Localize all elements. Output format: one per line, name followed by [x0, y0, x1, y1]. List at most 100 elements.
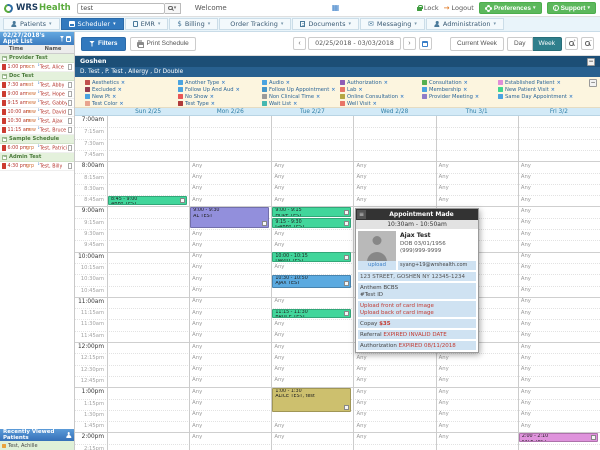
open-slot[interactable]: Any — [192, 400, 202, 406]
remove-icon[interactable]: × — [373, 101, 377, 107]
appointment[interactable]: 2:00 - 2:10KYLE TEST — [519, 433, 598, 442]
appointment[interactable]: 8:45 - 9:00ABBY TEST — [108, 196, 187, 206]
open-slot[interactable]: Any — [521, 253, 531, 259]
open-slot[interactable]: Any — [192, 366, 202, 372]
open-slot[interactable]: Any — [274, 332, 284, 338]
filter-icon[interactable] — [60, 36, 64, 42]
app-logo[interactable]: WRS Health — [4, 3, 71, 13]
open-slot[interactable]: Any — [439, 434, 449, 440]
remove-icon[interactable]: × — [236, 87, 240, 93]
appointment-popup[interactable]: ≡ Appointment Made 10:30am - 10:50am upl… — [355, 208, 479, 353]
open-slot[interactable]: Any — [521, 242, 531, 248]
open-slot[interactable]: Any — [521, 208, 531, 214]
open-slot[interactable]: Any — [274, 434, 284, 440]
open-slot[interactable]: Any — [274, 321, 284, 327]
open-slot[interactable]: Any — [439, 411, 449, 417]
nav-item-emr[interactable]: EMR▾ — [125, 18, 169, 30]
nav-item-administration[interactable]: Administration▾ — [426, 18, 504, 30]
open-slot[interactable]: Any — [274, 163, 284, 169]
current-week-button[interactable]: Current Week — [450, 37, 504, 51]
appointment[interactable]: 9:00 - 9:15HOPE TEST — [272, 207, 351, 217]
preferences-button[interactable]: Preferences▾ — [479, 2, 542, 14]
collapse-legend-button[interactable]: − — [589, 79, 597, 87]
remove-icon[interactable]: × — [358, 87, 362, 93]
nav-item-messaging[interactable]: ✉Messaging▾ — [360, 18, 425, 30]
open-slot[interactable]: Any — [521, 231, 531, 237]
open-slot[interactable]: Any — [521, 411, 531, 417]
day-header-cell[interactable]: Tue 2/27 — [271, 108, 353, 115]
appointment[interactable]: 9:00 - 9:30AL TEST — [190, 207, 269, 228]
open-slot[interactable]: Any — [521, 264, 531, 270]
open-slot[interactable]: Any — [521, 276, 531, 282]
open-slot[interactable]: Any — [521, 400, 531, 406]
remove-icon[interactable]: × — [118, 87, 122, 93]
remove-icon[interactable]: × — [316, 94, 320, 100]
open-slot[interactable]: Any — [274, 242, 284, 248]
open-slot[interactable]: Any — [521, 344, 531, 350]
appt-section-header[interactable]: −Admin Test — [0, 153, 74, 162]
open-slot[interactable]: Any — [439, 423, 449, 429]
open-slot[interactable]: Any — [356, 197, 366, 203]
open-slot[interactable]: Any — [192, 377, 202, 383]
filters-button[interactable]: Filters — [81, 37, 126, 51]
day-header-cell[interactable]: Fri 3/2 — [518, 108, 600, 115]
nav-item-billing[interactable]: $Billing▾ — [169, 18, 218, 30]
open-slot[interactable]: Any — [521, 366, 531, 372]
nav-item-patients[interactable]: Patients▾ — [3, 18, 60, 30]
appt-section-header[interactable]: −Provider Test — [0, 54, 74, 63]
open-slot[interactable]: Any — [521, 332, 531, 338]
appointment[interactable]: 10:30 - 10:50AJAX TEST — [272, 275, 351, 289]
open-slot[interactable]: Any — [192, 197, 202, 203]
recently-viewed-patient[interactable]: Test, Achille — [0, 441, 74, 450]
remove-icon[interactable]: × — [464, 80, 468, 86]
calendar-picker-button[interactable] — [419, 37, 432, 50]
open-slot[interactable]: Any — [274, 366, 284, 372]
upload-card-front-link[interactable]: Upload front of card image — [360, 303, 474, 309]
open-slot[interactable]: Any — [356, 400, 366, 406]
open-slot[interactable]: Any — [356, 185, 366, 191]
open-slot[interactable]: Any — [439, 400, 449, 406]
open-slot[interactable]: Any — [356, 163, 366, 169]
open-slot[interactable]: Any — [356, 434, 366, 440]
remove-icon[interactable]: × — [112, 94, 116, 100]
open-slot[interactable]: Any — [521, 389, 531, 395]
open-slot[interactable]: Any — [192, 163, 202, 169]
next-week-button[interactable]: › — [403, 37, 416, 50]
open-slot[interactable]: Any — [439, 197, 449, 203]
appt-list-item[interactable]: 11:15 amnew1Test, Bruce — [0, 126, 74, 135]
open-slot[interactable]: Any — [274, 355, 284, 361]
open-slot[interactable]: Any — [192, 242, 202, 248]
open-slot[interactable]: Any — [274, 185, 284, 191]
open-slot[interactable]: Any — [192, 253, 202, 259]
open-slot[interactable]: Any — [274, 377, 284, 383]
prev-week-button[interactable]: ‹ — [293, 37, 306, 50]
calendar-icon[interactable] — [66, 36, 71, 42]
open-slot[interactable]: Any — [356, 423, 366, 429]
open-slot[interactable]: Any — [521, 423, 531, 429]
appointment[interactable]: 10:00 - 10:15DAVID TEST — [272, 252, 351, 262]
appt-section-header[interactable]: −Doc Test — [0, 72, 74, 81]
day-view-button[interactable]: Day — [507, 37, 533, 51]
open-slot[interactable]: Any — [356, 174, 366, 180]
appt-list-item[interactable]: 10:30 amnew1Test, Ajax — [0, 117, 74, 126]
open-slot[interactable]: Any — [439, 366, 449, 372]
appt-list-item[interactable]: 10:00 amnew1Test, David — [0, 108, 74, 117]
open-slot[interactable]: Any — [439, 377, 449, 383]
open-slot[interactable]: Any — [521, 287, 531, 293]
open-slot[interactable]: Any — [192, 434, 202, 440]
appt-section-header[interactable]: −Sample Schedule — [0, 135, 74, 144]
day-header-cell[interactable]: Thu 3/1 — [436, 108, 518, 115]
open-slot[interactable]: Any — [274, 197, 284, 203]
open-slot[interactable]: Any — [521, 377, 531, 383]
open-slot[interactable]: Any — [192, 355, 202, 361]
appointment[interactable]: 1:00 - 1:30ALICE TEST, test — [272, 388, 351, 412]
day-header-cell[interactable]: Mon 2/26 — [189, 108, 271, 115]
remove-icon[interactable]: × — [121, 80, 125, 86]
upload-photo-link[interactable]: upload — [358, 261, 396, 270]
open-slot[interactable]: Any — [356, 366, 366, 372]
drag-handle-icon[interactable]: ≡ — [357, 210, 366, 219]
recently-viewed-header[interactable]: Recently Viewed Patients — [0, 429, 74, 441]
appt-list-item[interactable]: 4:30 pmgrp1Test, Billy — [0, 162, 74, 171]
remove-icon[interactable]: × — [286, 80, 290, 86]
open-slot[interactable]: Any — [192, 310, 202, 316]
